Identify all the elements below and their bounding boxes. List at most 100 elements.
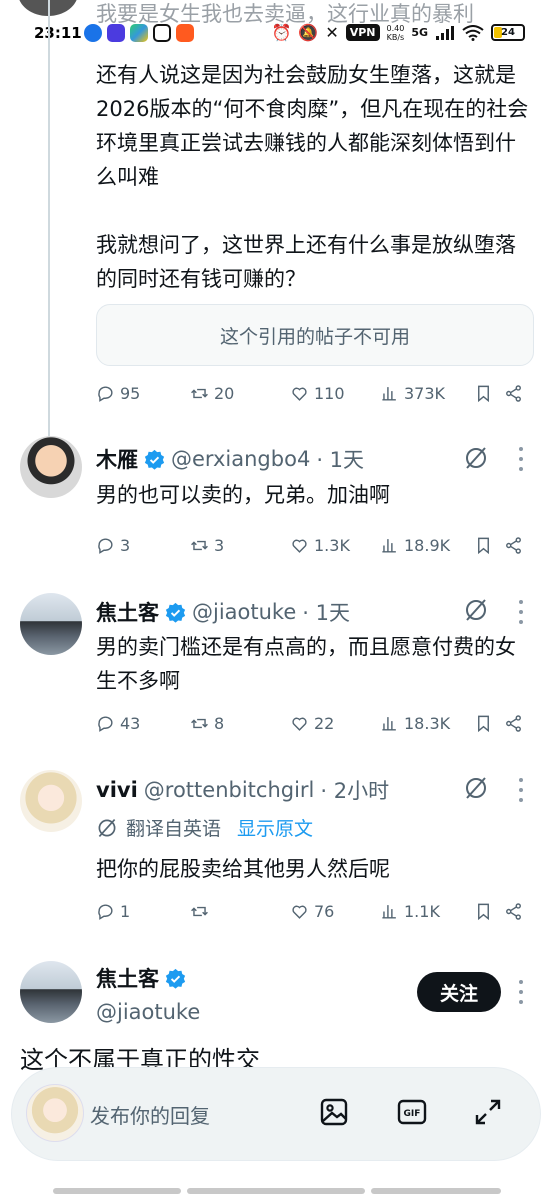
bookmark-button[interactable]: [474, 384, 504, 403]
nav-segment: [52, 1188, 181, 1194]
bookmark-button[interactable]: [474, 536, 504, 555]
display-name[interactable]: 木雁: [96, 444, 138, 474]
app-notification-icon: [176, 24, 194, 42]
reply-input-placeholder[interactable]: 发布你的回复: [90, 1100, 210, 1129]
app-notification-icon: [153, 24, 171, 42]
repost-icon: [191, 718, 208, 728]
more-options-icon[interactable]: [519, 778, 525, 802]
app-notification-icon: [84, 24, 102, 42]
reply-actions: 43 8 22 18.3K: [96, 709, 536, 737]
post-paragraph: 我就想问了，这世界上还有什么事是放纵堕落的同时还有钱可赚的？: [96, 233, 516, 291]
display-name[interactable]: vivi: [96, 778, 138, 802]
signal-icon: [436, 25, 454, 40]
grok-icon[interactable]: [463, 445, 489, 471]
battery-icon: 24: [491, 24, 525, 41]
share-icon: [506, 384, 521, 402]
avatar[interactable]: [20, 770, 82, 832]
reply-text: 男的卖门槛还是有点高的，而且愿意付费的女生不多啊: [96, 635, 516, 693]
bookmark-icon: [478, 715, 489, 732]
reply-header: 焦土客 @jiaotuke · 1天: [96, 597, 350, 627]
alarm-icon: ⏰: [271, 23, 292, 42]
clock: 23:11: [34, 24, 82, 42]
reply-text: 把你的屁股卖给其他男人然后呢: [96, 857, 390, 881]
share-button[interactable]: [504, 714, 528, 733]
display-name[interactable]: 焦土客: [96, 963, 159, 993]
app-notification-icon: [130, 24, 148, 42]
share-button[interactable]: [504, 902, 528, 921]
bookmark-icon: [478, 385, 489, 402]
gif-icon[interactable]: GIF: [396, 1096, 428, 1128]
thread-connector: [48, 0, 50, 440]
bookmark-button[interactable]: [474, 902, 504, 921]
notification-icons: [84, 24, 194, 42]
repost-button[interactable]: 20: [190, 384, 290, 403]
image-icon[interactable]: [318, 1096, 350, 1128]
my-avatar: [26, 1084, 84, 1142]
timestamp[interactable]: · 1天: [302, 597, 350, 627]
more-options-icon[interactable]: [519, 600, 525, 624]
bookmark-button[interactable]: [474, 714, 504, 733]
like-button[interactable]: 1.3K: [290, 536, 380, 555]
like-button[interactable]: 110: [290, 384, 380, 403]
nav-segment: [186, 1188, 365, 1194]
user-handle[interactable]: @jiaotuke: [192, 600, 296, 624]
grok-icon[interactable]: [463, 597, 489, 623]
verified-badge-icon: [144, 449, 165, 470]
repost-button[interactable]: [190, 902, 290, 921]
quoted-post-unavailable[interactable]: 这个引用的帖子不可用: [96, 304, 534, 366]
share-button[interactable]: [504, 536, 528, 555]
nav-segment: [370, 1188, 501, 1194]
reply-composer[interactable]: 发布你的回复 GIF: [12, 1068, 540, 1160]
views-button[interactable]: 18.9K: [380, 536, 470, 555]
more-options-icon[interactable]: [519, 447, 525, 471]
share-icon: [506, 714, 521, 732]
heart-icon: [292, 905, 307, 919]
views-button[interactable]: 373K: [380, 384, 470, 403]
repost-icon: [191, 388, 208, 398]
verified-badge-icon: [165, 968, 186, 989]
share-button[interactable]: [504, 384, 528, 403]
heart-icon: [292, 539, 307, 553]
bookmark-icon: [478, 537, 489, 554]
user-handle[interactable]: @jiaotuke: [96, 1000, 200, 1024]
timestamp[interactable]: · 1天: [316, 444, 364, 474]
avatar[interactable]: [20, 961, 82, 1023]
reply-header: vivi @rottenbitchgirl · 2小时: [96, 775, 389, 805]
follow-button[interactable]: 关注: [417, 972, 501, 1012]
repost-button[interactable]: 3: [190, 536, 290, 555]
reply-text: 男的也可以卖的，兄弟。加油啊: [96, 483, 390, 507]
display-name[interactable]: 焦土客: [96, 597, 159, 627]
like-button[interactable]: 76: [290, 902, 380, 921]
views-button[interactable]: 1.1K: [380, 902, 470, 921]
reply-button[interactable]: 43: [96, 714, 160, 733]
system-icons: ⏰ 🔕 ✕ VPN 0.40 KB/s 5G 24: [271, 23, 525, 42]
share-icon: [506, 536, 521, 554]
reply-actions: 3 3 1.3K 18.9K: [96, 531, 536, 559]
heart-icon: [292, 717, 307, 731]
avatar[interactable]: [20, 436, 82, 498]
reply-button[interactable]: 3: [96, 536, 160, 555]
translated-label: 翻译自英语: [126, 818, 222, 840]
views-button[interactable]: 18.3K: [380, 714, 470, 733]
user-handle[interactable]: @rottenbitchgirl: [144, 778, 315, 802]
mute-icon: 🔕: [298, 23, 319, 42]
reply-button[interactable]: 95: [96, 384, 160, 403]
grok-icon[interactable]: [463, 775, 489, 801]
like-button[interactable]: 22: [290, 714, 380, 733]
more-options-icon[interactable]: [519, 980, 525, 1004]
avatar[interactable]: [20, 593, 82, 655]
repost-button[interactable]: 8: [190, 714, 290, 733]
app-notification-icon: [107, 24, 125, 42]
reply-actions: 1 76 1.1K: [96, 897, 536, 925]
focus-tweet-handle-row: @jiaotuke: [96, 1000, 200, 1024]
focus-tweet-header: 焦土客: [96, 963, 186, 993]
network-speed: 0.40 KB/s: [386, 23, 405, 42]
expand-icon[interactable]: [472, 1096, 504, 1128]
show-original-link[interactable]: 显示原文: [237, 814, 313, 841]
verified-badge-icon: [165, 602, 186, 623]
views-icon: [382, 538, 396, 553]
user-handle[interactable]: @erxiangbo4: [171, 447, 310, 471]
post-actions: 95 20 110 373K: [96, 379, 536, 407]
reply-button[interactable]: 1: [96, 902, 160, 921]
timestamp[interactable]: · 2小时: [320, 775, 389, 805]
